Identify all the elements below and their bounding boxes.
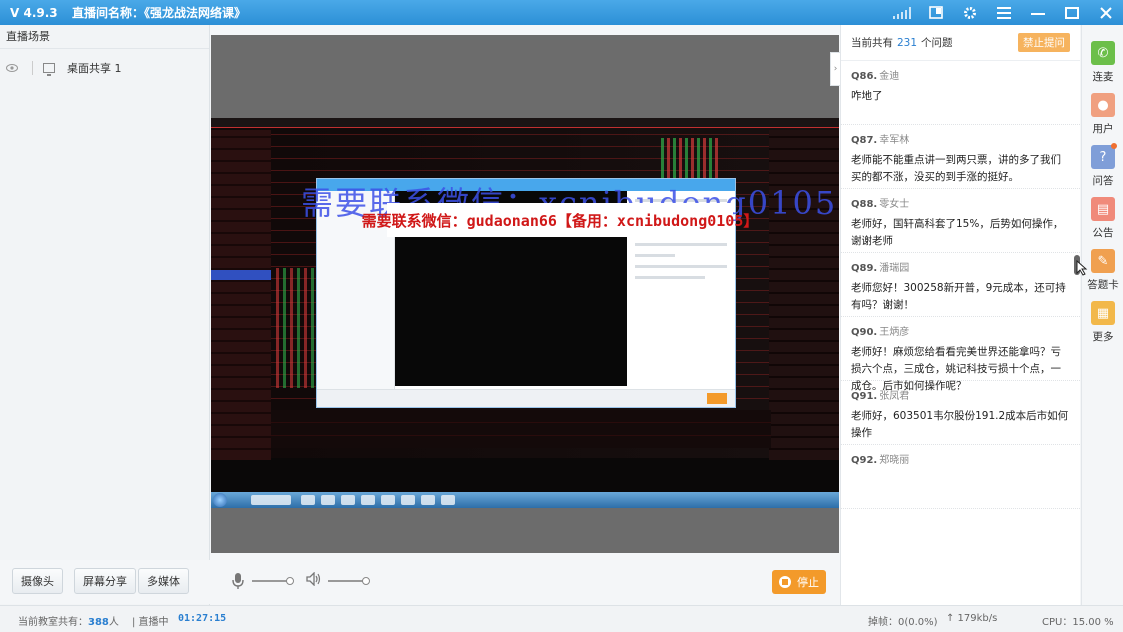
screen-share-button[interactable]: 屏幕分享 [74, 568, 136, 594]
gear-icon[interactable] [953, 0, 987, 25]
sidebar-item-label: 更多 [1092, 331, 1114, 343]
speaker-icon[interactable] [306, 571, 322, 590]
signal-icon [885, 0, 919, 25]
question-number: Q91. [851, 391, 878, 402]
question-number: Q92. [851, 455, 878, 466]
sidebar-item-label: 公告 [1092, 227, 1114, 239]
scene-item-desktop-share[interactable]: 桌面共享 1 [0, 55, 209, 81]
bandwidth-stat: ↑ 179kb/s [946, 613, 998, 624]
question-text: 老师能不能重点讲一到两只票，讲的多了我们买的都不涨，没买的到手涨的挺好。 [851, 154, 1061, 183]
sidebar-item-label: 问答 [1092, 175, 1114, 187]
sidebar-item-label: 答题卡 [1087, 279, 1119, 291]
question-text: 老师您好！300258新开普，9元成本，还可持有吗？谢谢！ [851, 282, 1066, 311]
question-number: Q89. [851, 263, 878, 274]
sidebar-item-users[interactable]: ● 用户 [1082, 87, 1123, 139]
qa-count-prefix: 当前共有 [851, 37, 893, 49]
question-user: 王炳彦 [879, 327, 910, 338]
stop-icon [779, 576, 791, 588]
question-item[interactable]: Q87. 幸军林老师能不能重点讲一到两只票，讲的多了我们买的都不涨，没买的到手涨的… [841, 125, 1080, 189]
phone-icon: ✆ [1091, 41, 1115, 65]
microphone-icon[interactable] [232, 572, 244, 590]
qa-header: 当前共有 231 个问题 禁止提问 [841, 25, 1080, 61]
live-status: | 直播中 [132, 617, 169, 628]
ban-questions-button[interactable]: 禁止提问 [1018, 33, 1070, 52]
notice-icon: ▤ [1091, 197, 1115, 221]
divider [32, 61, 33, 75]
question-meta: Q92. 郑晓丽 [851, 445, 1070, 466]
question-item[interactable]: Q89. 潘瑞园老师您好！300258新开普，9元成本，还可持有吗？谢谢！ [841, 253, 1080, 317]
scene-panel-title: 直播场景 [0, 25, 209, 49]
video-preview[interactable]: 需要联系微信：xcnibudong0105 需要联系微信：gudaonan66【… [211, 35, 839, 553]
contact-overlay: 需要联系微信：gudaonan66【备用：xcnibudong0105】 [362, 203, 758, 237]
mouse-cursor-icon [1076, 259, 1088, 280]
qa-count-suffix: 个问题 [921, 37, 953, 49]
live-duration: 01:27:15 [178, 613, 227, 624]
close-icon[interactable] [1089, 0, 1123, 25]
question-number: Q86. [851, 71, 878, 82]
question-user: 金迪 [879, 71, 900, 82]
question-icon: ? [1091, 143, 1117, 169]
user-icon: ● [1091, 93, 1115, 117]
question-meta: Q86. 金迪 [851, 61, 1070, 82]
scene-item-label: 桌面共享 1 [67, 62, 122, 75]
collapse-panel-button[interactable]: › [830, 52, 840, 86]
maximize-icon[interactable] [1055, 0, 1089, 25]
question-meta: Q88. 零女士 [851, 189, 1070, 210]
sidebar-item-notice[interactable]: ▤ 公告 [1082, 191, 1123, 243]
speaker-volume-slider[interactable] [328, 577, 370, 585]
title-bar: V 4.9.3 直播间名称：《强龙战法网络课》 [0, 0, 1123, 25]
classroom-count-label: 当前教室共有：388人 [18, 617, 119, 628]
answer-card-icon: ✎ [1091, 249, 1115, 273]
question-user: 郑晓丽 [879, 455, 910, 466]
question-item[interactable]: Q88. 零女士老师好，国轩高科套了15%，后势如何操作，谢谢老师 [841, 189, 1080, 253]
frame-drop-stat: 掉帧：0(0.0%) [868, 617, 938, 628]
question-text: 老师好，国轩高科套了15%，后势如何操作，谢谢老师 [851, 218, 1064, 247]
question-item[interactable]: Q90. 王炳彦 老师好！麻烦您给看看完美世界还能拿吗？亏损六个点，三成仓，姚记科技… [841, 317, 1080, 392]
media-button[interactable]: 多媒体 [138, 568, 189, 594]
shared-screen-content [211, 118, 839, 508]
qa-panel: 当前共有 231 个问题 禁止提问 Q86. 金迪 咋地了 Q87. 幸军林 老师能不能重… [840, 25, 1080, 605]
stop-live-button[interactable]: 停止 [772, 570, 826, 594]
qa-count: 231 [897, 36, 918, 49]
question-text: 咋地了 [851, 90, 883, 102]
question-meta: Q89. 潘瑞园 [851, 253, 1070, 274]
microphone-volume-slider[interactable] [252, 577, 294, 585]
app-version: V 4.9.3 [10, 5, 58, 20]
snapshot-icon[interactable] [919, 0, 953, 25]
question-number: Q88. [851, 199, 878, 210]
eye-icon[interactable] [6, 62, 24, 75]
monitor-icon [43, 63, 55, 76]
room-name: 直播间名称：《强龙战法网络课》 [72, 6, 247, 20]
sidebar-item-lianmai[interactable]: ✆ 连麦 [1082, 35, 1123, 87]
sidebar-item-label: 用户 [1092, 123, 1114, 135]
cpu-stat: CPU：15.00 % [1042, 617, 1114, 628]
camera-button[interactable]: 摄像头 [12, 568, 63, 594]
question-meta: Q87. 幸军林 [851, 125, 1070, 146]
status-bar: 当前教室共有：388人 | 直播中 01:27:15 掉帧：0(0.0%) ↑ … [0, 605, 1123, 632]
sidebar-item-label: 连麦 [1092, 71, 1114, 83]
question-user: 幸军林 [879, 135, 910, 146]
question-text: 老师好，603501韦尔股份191.2成本后市如何操作 [851, 410, 1069, 439]
more-icon: ▦ [1091, 301, 1115, 325]
question-item[interactable]: Q86. 金迪咋地了 [841, 61, 1080, 125]
menu-icon[interactable] [987, 0, 1021, 25]
question-item[interactable]: Q92. 郑晓丽 [841, 445, 1080, 509]
question-user: 零女士 [879, 199, 910, 210]
classroom-count: 388 [88, 617, 109, 628]
minimize-icon[interactable] [1021, 0, 1055, 25]
question-number: Q90. [851, 327, 878, 338]
question-number: Q87. [851, 135, 878, 146]
sidebar-item-answer-card[interactable]: ✎ 答题卡 [1082, 243, 1123, 295]
stop-label: 停止 [797, 576, 819, 589]
question-user: 张凤君 [879, 391, 910, 402]
control-bar: 摄像头 屏幕分享 多媒体 停止 [0, 560, 840, 604]
sidebar-item-more[interactable]: ▦ 更多 [1082, 295, 1123, 347]
question-user: 潘瑞园 [879, 263, 910, 274]
sidebar-item-qa[interactable]: ? 问答 [1082, 139, 1123, 191]
question-meta: Q90. 王炳彦 [851, 317, 1070, 338]
tool-sidebar: ✆ 连麦 ● 用户 ? 问答 ▤ 公告 ✎ 答题卡 ▦ 更多 [1081, 25, 1123, 605]
scene-panel: 直播场景 桌面共享 1 [0, 25, 210, 605]
